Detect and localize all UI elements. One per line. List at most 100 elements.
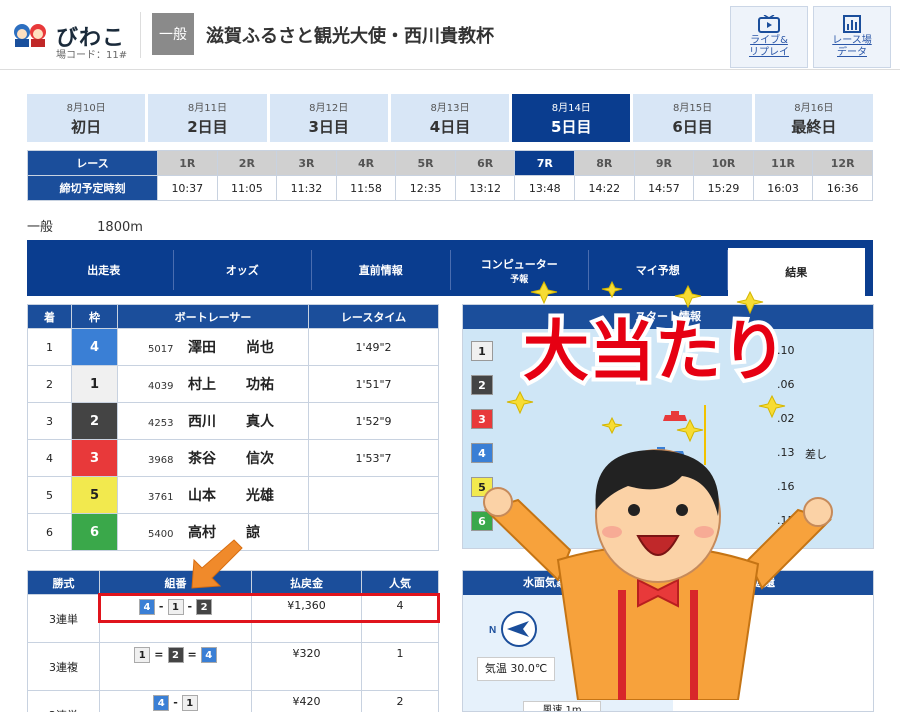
result-place: 5 — [27, 476, 72, 514]
tab-entries[interactable]: 出走表 — [35, 250, 174, 290]
race-header: レース — [27, 150, 158, 176]
race-deadline: 12:35 — [395, 175, 456, 201]
race-deadline: 11:32 — [276, 175, 337, 201]
race-tab[interactable]: 3R — [276, 150, 337, 176]
wind-speed: 風速 1m — [523, 701, 601, 711]
race-deadline: 11:05 — [216, 175, 278, 201]
bet-amount: ¥420 — [251, 690, 362, 712]
day-tab[interactable]: 8月15日 6日目 — [633, 94, 752, 142]
day-tab[interactable]: 8月10日初日 — [27, 94, 146, 142]
live-label-1: ライブ& — [750, 35, 788, 46]
col-popularity: 人気 — [361, 570, 439, 595]
racer-given-name: 功祐 — [246, 377, 274, 393]
race-deadline: 14:57 — [633, 175, 695, 201]
result-racer[interactable]: 3761 山本 光雄 — [117, 476, 309, 514]
tab-sublabel: 予報 — [510, 274, 529, 285]
result-time: 1'52"9 — [308, 402, 439, 440]
result-frame: 2 — [71, 402, 118, 440]
result-row: 2 1 4039 村上 功祐 1'51"7 — [27, 365, 439, 403]
result-place: 4 — [27, 439, 72, 477]
day-date: 8月11日 — [187, 103, 227, 114]
racer-family-name: 西川 — [188, 414, 216, 430]
race-deadline: 10:37 — [157, 175, 218, 201]
tab-my-forecast[interactable]: マイ予想 — [589, 250, 728, 290]
tab-preinfo[interactable]: 直前情報 — [312, 250, 451, 290]
tab-computer-forecast[interactable]: コンピューター 予報 — [451, 250, 589, 290]
day-tab[interactable]: 8月11日 2日目 — [148, 94, 267, 142]
combo-chip: 2 — [167, 647, 184, 663]
racer-given-name: 真人 — [246, 414, 274, 430]
venue-data-button[interactable]: レース場 データ — [813, 6, 891, 68]
race-deadline: 11:58 — [335, 175, 397, 201]
results-table: 着 枠 ボートレーサー レースタイム 1 4 5017 澤田 尚也 1'49"2 2 1 403… — [27, 304, 439, 551]
col-place: 着 — [27, 304, 72, 329]
day-date: 8月10日 — [66, 103, 106, 114]
result-frame: 1 — [71, 365, 118, 403]
col-amount: 払戻金 — [251, 570, 362, 595]
race-tab[interactable]: 7R — [514, 150, 576, 176]
race-tab[interactable]: 5R — [395, 150, 456, 176]
col-time: レースタイム — [308, 304, 439, 329]
tab-results[interactable]: 結果 — [727, 248, 865, 296]
result-racer[interactable]: 5017 澤田 尚也 — [117, 328, 309, 366]
result-frame: 6 — [71, 513, 118, 551]
race-tab[interactable]: 2R — [216, 150, 278, 176]
result-racer[interactable]: 4039 村上 功祐 — [117, 365, 309, 403]
race-deadline: 16:03 — [752, 175, 814, 201]
live-replay-button[interactable]: ライブ& リプレイ — [730, 6, 808, 68]
race-tab[interactable]: 12R — [812, 150, 873, 176]
day-label: 5日目 — [551, 118, 592, 136]
result-place: 3 — [27, 402, 72, 440]
racer-family-name: 山本 — [188, 488, 216, 504]
tab-odds[interactable]: オッズ — [174, 250, 312, 290]
race-tab[interactable]: 1R — [157, 150, 218, 176]
racer-given-name: 光雄 — [246, 488, 274, 504]
tv-icon — [758, 15, 780, 33]
racer-family-name: 村上 — [188, 377, 216, 393]
combo-chip: 1 — [181, 695, 198, 711]
result-place: 1 — [27, 328, 72, 366]
day-date: 8月12日 — [309, 103, 349, 114]
bet-amount: ¥320 — [251, 642, 362, 691]
result-time: 1'51"7 — [308, 365, 439, 403]
bet-combo: 4-1 — [99, 690, 252, 712]
site-header: びわこ 場コード：11# 一般 滋賀ふるさと観光大使・西川貴教杯 ライブ& リプ… — [0, 0, 900, 70]
col-racer: ボートレーサー — [117, 304, 309, 329]
venue-logo[interactable]: びわこ 場コード：11# — [10, 10, 140, 61]
race-distance: 1800m — [97, 220, 143, 235]
result-racer[interactable]: 3968 茶谷 信次 — [117, 439, 309, 477]
result-frame: 5 — [71, 476, 118, 514]
race-tab[interactable]: 4R — [335, 150, 397, 176]
result-row: 3 2 4253 西川 真人 1'52"9 — [27, 402, 439, 440]
mascot-icon — [14, 24, 46, 47]
bet-popularity: 2 — [361, 690, 439, 712]
racer-given-name: 諒 — [246, 525, 260, 541]
race-tab[interactable]: 10R — [693, 150, 754, 176]
data-label-2: データ — [837, 47, 867, 58]
day-tab[interactable]: 8月12日 3日目 — [269, 94, 388, 142]
result-place: 2 — [27, 365, 72, 403]
tab-label: 直前情報 — [358, 264, 403, 277]
race-info: 一般 1800m — [27, 216, 183, 235]
result-racer[interactable]: 4253 西川 真人 — [117, 402, 309, 440]
racer-number: 3968 — [148, 455, 174, 466]
race-tab[interactable]: 8R — [574, 150, 635, 176]
day-date: 8月15日 — [673, 103, 713, 114]
race-tab[interactable]: 11R — [752, 150, 814, 176]
race-deadline: 13:48 — [514, 175, 576, 201]
combo-chip: 4 — [153, 695, 170, 711]
venue-code: 場コード：11# — [56, 50, 128, 61]
day-tab[interactable]: 8月16日 最終日 — [754, 94, 873, 142]
combo-sep: = — [187, 648, 197, 661]
result-time — [308, 513, 439, 551]
result-row: 4 3 3968 茶谷 信次 1'53"7 — [27, 439, 439, 477]
race-tab[interactable]: 9R — [633, 150, 695, 176]
day-label: 初日 — [71, 118, 102, 136]
result-frame: 4 — [71, 328, 118, 366]
day-tab[interactable]: 8月13日 4日目 — [390, 94, 510, 142]
race-class: 一般 — [27, 220, 54, 235]
race-tab[interactable]: 6R — [454, 150, 516, 176]
day-tab-active[interactable]: 8月14日 5日目 — [512, 94, 631, 142]
result-time — [308, 476, 439, 514]
start-lane-badge: 1 — [471, 341, 493, 361]
